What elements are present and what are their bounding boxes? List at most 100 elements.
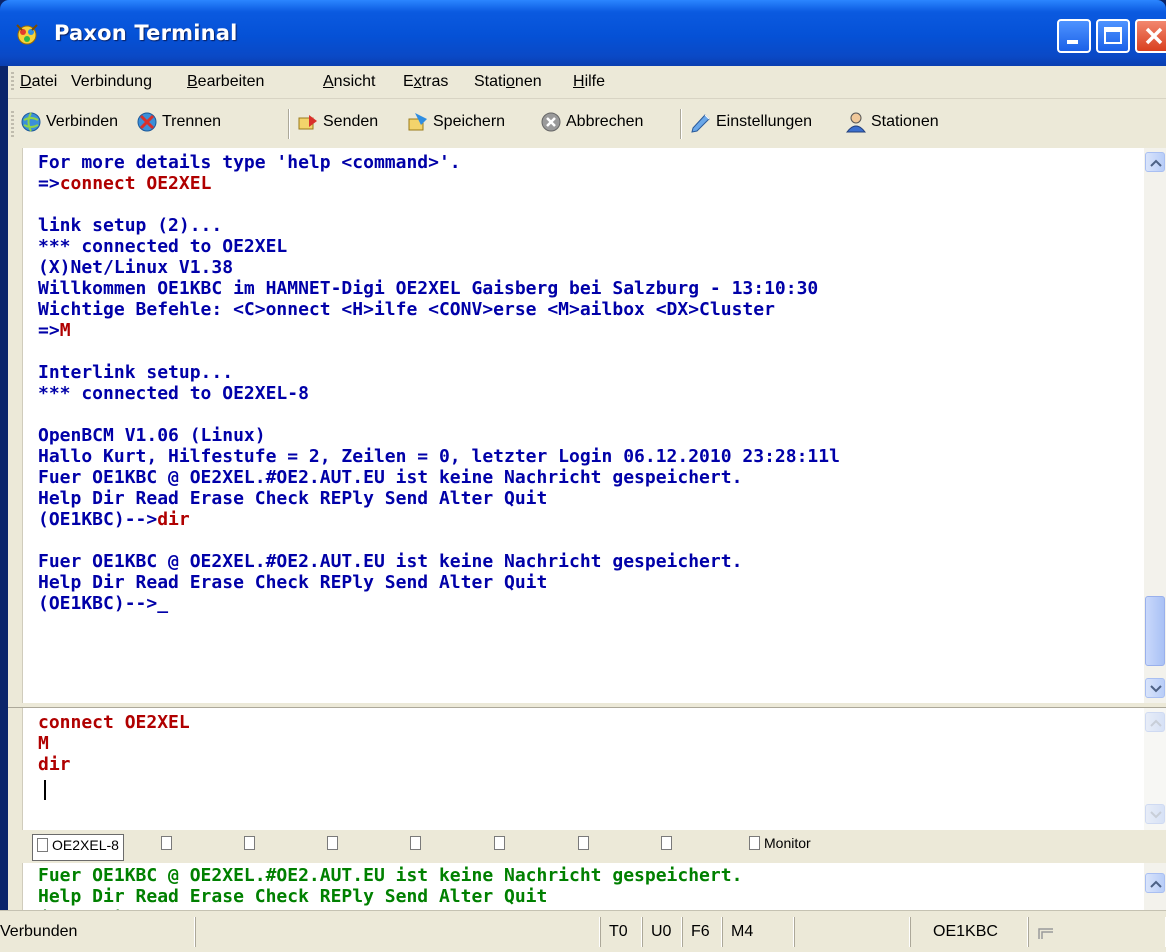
scroll-up-button[interactable] <box>1145 152 1165 172</box>
terminal-line: link setup (2)... <box>38 215 223 236</box>
status-empty-panel <box>195 917 600 947</box>
menu-ansicht[interactable]: Ansicht <box>323 73 375 91</box>
save-label: Speichern <box>433 113 506 130</box>
chevron-up-icon <box>1150 719 1162 727</box>
chevron-down-icon <box>1150 811 1162 819</box>
save-icon <box>408 113 427 131</box>
terminal-line: (OE1KBC)-->dir <box>38 509 840 530</box>
save-button[interactable]: Speichern <box>407 111 505 137</box>
connect-globe-icon <box>21 112 41 132</box>
status-empty-panel <box>794 917 910 947</box>
settings-button[interactable]: Einstellungen <box>690 111 812 137</box>
send-label: Senden <box>323 113 379 130</box>
terminal-line: For more details type 'help <command>'. <box>38 152 461 173</box>
scroll-up-button[interactable] <box>1145 712 1165 732</box>
disconnect-label: Trennen <box>162 113 221 130</box>
terminal-line: *** connected to OE2XEL <box>38 236 288 257</box>
menu-extras[interactable]: Extras <box>403 73 448 91</box>
chevron-up-icon <box>1150 880 1162 888</box>
prompt-text: (OE1KBC)--> <box>38 509 158 530</box>
stations-user-icon <box>845 112 867 133</box>
prompt-text: => <box>38 173 60 194</box>
prompt-text: => <box>38 320 60 341</box>
cancel-button[interactable]: Abbrechen <box>540 111 643 137</box>
menu-bearbeiten[interactable]: Bearbeiten <box>187 73 264 91</box>
echoed-command: dir <box>157 509 190 530</box>
menu-bar: Datei Verbindung Bearbeiten Ansicht Extr… <box>8 66 1166 99</box>
scroll-thumb[interactable] <box>1145 596 1165 666</box>
tab-empty-channel[interactable] <box>161 835 176 860</box>
text-caret <box>44 780 46 800</box>
document-icon <box>37 838 48 852</box>
cancel-icon <box>541 112 561 132</box>
toolbar-grip[interactable] <box>11 111 14 137</box>
close-button[interactable] <box>1135 19 1166 53</box>
chevron-down-icon <box>1150 685 1162 693</box>
document-icon <box>161 836 172 850</box>
scroll-down-button[interactable] <box>1145 804 1165 824</box>
terminal-pane[interactable]: For more details type 'help <command>'. =… <box>8 148 1166 703</box>
terminal-line: Help Dir Read Erase Check REPly Send Alt… <box>38 488 548 509</box>
tab-empty-channel[interactable] <box>661 835 676 860</box>
cancel-label: Abbrechen <box>566 113 644 130</box>
minimize-button[interactable] <box>1057 19 1091 53</box>
terminal-line: Fuer OE1KBC @ OE2XEL.#OE2.AUT.EU ist kei… <box>38 467 743 488</box>
terminal-line: Hallo Kurt, Hilfestufe = 2, Zeilen = 0, … <box>38 446 840 467</box>
tab-empty-channel[interactable] <box>578 835 593 860</box>
window-title: Paxon Terminal <box>54 21 238 45</box>
tab-empty-channel[interactable] <box>244 835 259 860</box>
maximize-icon <box>1104 27 1122 44</box>
terminal-line: Wichtige Befehle: <C>onnect <H>ilfe <CON… <box>38 299 775 320</box>
channel-tab-bar: OE2XEL-8 Monitor <box>8 832 1166 862</box>
chevron-up-icon <box>1150 159 1162 167</box>
maximize-button[interactable] <box>1096 19 1130 53</box>
status-f: F6 <box>682 917 722 947</box>
scroll-down-button[interactable] <box>1145 678 1165 698</box>
disconnect-icon <box>137 112 157 132</box>
status-callsign: OE1KBC <box>910 917 1028 947</box>
terminal-line: (OE1KBC)-->_ <box>38 593 169 614</box>
input-margin <box>8 708 23 830</box>
document-icon <box>578 836 589 850</box>
menu-datei[interactable]: Datei <box>20 73 57 91</box>
document-icon <box>661 836 672 850</box>
menu-stationen[interactable]: Stationen <box>474 73 542 91</box>
tab-oe2xel-8[interactable]: OE2XEL-8 <box>32 834 124 861</box>
tab-empty-channel[interactable] <box>327 835 342 860</box>
status-u: U0 <box>642 917 682 947</box>
terminal-scrollbar[interactable] <box>1144 148 1166 703</box>
terminal-line: *** connected to OE2XEL-8 <box>38 383 309 404</box>
tab-label: OE2XEL-8 <box>52 837 119 853</box>
input-line: dir <box>38 754 71 775</box>
scroll-up-button[interactable] <box>1145 873 1165 893</box>
title-bar[interactable]: Paxon Terminal <box>0 0 1166 66</box>
document-icon <box>749 836 760 850</box>
tab-monitor[interactable]: Monitor <box>749 835 811 860</box>
menu-hilfe[interactable]: Hilfe <box>573 73 605 91</box>
send-button[interactable]: Senden <box>297 111 378 137</box>
settings-label: Einstellungen <box>716 113 813 130</box>
connect-button[interactable]: Verbinden <box>20 111 118 137</box>
tab-empty-channel[interactable] <box>494 835 509 860</box>
command-input-text[interactable]: connect OE2XEL Mdir <box>38 712 190 775</box>
menu-grip[interactable] <box>11 72 14 92</box>
input-pane[interactable]: connect OE2XEL Mdir <box>8 707 1166 830</box>
disconnect-button[interactable]: Trennen <box>136 111 221 137</box>
menu-verbindung[interactable]: Verbindung <box>71 73 152 91</box>
input-line: connect OE2XEL <box>38 712 190 733</box>
terminal-line: OpenBCM V1.06 (Linux) <box>38 425 266 446</box>
status-bar: Verbunden T0 U0 F6 M4 OE1KBC <box>0 910 1166 952</box>
terminal-line: Fuer OE1KBC @ OE2XEL.#OE2.AUT.EU ist kei… <box>38 551 743 572</box>
settings-pencil-icon <box>691 114 710 133</box>
document-icon <box>410 836 421 850</box>
input-scrollbar[interactable] <box>1144 708 1166 830</box>
document-icon <box>244 836 255 850</box>
tab-empty-channel[interactable] <box>410 835 425 860</box>
status-empty-panel <box>1028 917 1166 947</box>
application-window: Paxon Terminal Datei Verbindung Bearbeit… <box>0 0 1166 952</box>
stations-button[interactable]: Stationen <box>845 111 939 137</box>
window-client-area: Datei Verbindung Bearbeiten Ansicht Extr… <box>8 66 1166 952</box>
